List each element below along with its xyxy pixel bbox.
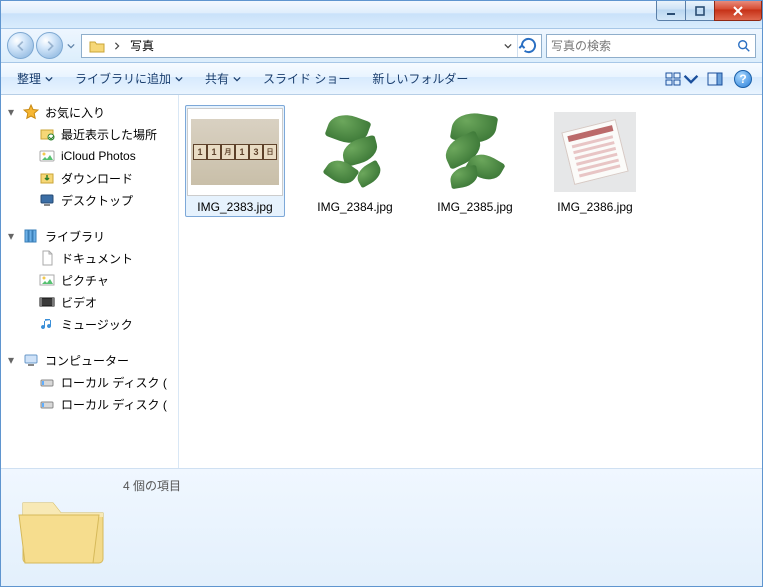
breadcrumb-location[interactable]: 写真: [124, 37, 160, 54]
sidebar-item-label: ビデオ: [61, 294, 97, 311]
file-name: IMG_2385.jpg: [428, 200, 522, 214]
chevron-down-icon: ▾: [5, 105, 17, 119]
command-bar: 整理 ライブラリに追加 共有 スライド ショー 新しいフォルダー ?: [1, 63, 762, 95]
libraries-section: ▾ ライブラリ ドキュメント ピクチャ ビデオ ミュージック: [1, 225, 178, 335]
file-thumbnail: [547, 108, 643, 196]
file-thumbnail: [427, 108, 523, 196]
minimize-button[interactable]: [656, 1, 686, 21]
sidebar-item-videos[interactable]: ビデオ: [1, 291, 178, 313]
computer-label: コンピューター: [45, 352, 129, 369]
star-icon: [23, 104, 39, 120]
file-name: IMG_2384.jpg: [308, 200, 402, 214]
library-icon: [23, 228, 39, 244]
refresh-button[interactable]: [517, 35, 539, 57]
computer-icon: [23, 352, 39, 368]
breadcrumb[interactable]: 写真: [81, 34, 542, 58]
sidebar-item-label: ダウンロード: [61, 170, 133, 187]
sidebar-item-documents[interactable]: ドキュメント: [1, 247, 178, 269]
chevron-down-icon: ▾: [5, 229, 17, 243]
window-titlebar: [1, 1, 762, 29]
preview-pane-icon: [707, 71, 723, 87]
sidebar-item-label: デスクトップ: [61, 192, 133, 209]
add-to-library-label: ライブラリに追加: [75, 70, 171, 87]
libraries-header[interactable]: ▾ ライブラリ: [1, 225, 178, 247]
path-dropdown[interactable]: [501, 35, 515, 57]
help-icon: ?: [734, 70, 752, 88]
maximize-button[interactable]: [685, 1, 715, 21]
music-icon: [39, 316, 55, 332]
address-row: 写真 写真の検索: [1, 29, 762, 63]
file-name: IMG_2386.jpg: [548, 200, 642, 214]
disk-icon: [39, 374, 55, 390]
preview-pane-button[interactable]: [702, 67, 728, 91]
search-input[interactable]: 写真の検索: [546, 34, 756, 58]
file-name: IMG_2383.jpg: [188, 200, 282, 214]
file-list[interactable]: 11月13日 IMG_2383.jpg IMG_2384.jpg: [179, 95, 762, 468]
favorites-section: ▾ お気に入り 最近表示した場所 iCloud Photos ダウンロード デ: [1, 101, 178, 211]
nav-history-dropdown[interactable]: [65, 42, 77, 50]
computer-section: ▾ コンピューター ローカル ディスク ( ローカル ディスク (: [1, 349, 178, 415]
recent-icon: [39, 126, 55, 142]
new-folder-button[interactable]: 新しいフォルダー: [362, 67, 478, 91]
search-placeholder: 写真の検索: [551, 37, 737, 54]
status-text: 4 個の項目: [123, 473, 181, 494]
file-item[interactable]: 11月13日 IMG_2383.jpg: [185, 105, 285, 217]
sidebar-item-disk[interactable]: ローカル ディスク (: [1, 393, 178, 415]
document-icon: [39, 250, 55, 266]
libraries-label: ライブラリ: [45, 228, 105, 245]
share-label: 共有: [205, 70, 229, 87]
file-thumbnail: 11月13日: [187, 108, 283, 196]
sidebar-item-icloud[interactable]: iCloud Photos: [1, 145, 178, 167]
share-menu[interactable]: 共有: [195, 67, 251, 91]
chevron-right-icon[interactable]: [110, 35, 124, 57]
close-button[interactable]: [714, 1, 762, 21]
sidebar-item-recent[interactable]: 最近表示した場所: [1, 123, 178, 145]
organize-label: 整理: [17, 70, 41, 87]
sidebar-item-desktop[interactable]: デスクトップ: [1, 189, 178, 211]
favorites-label: お気に入り: [45, 104, 105, 121]
folder-large-icon: [11, 473, 111, 573]
computer-header[interactable]: ▾ コンピューター: [1, 349, 178, 371]
pictures-icon: [39, 272, 55, 288]
sidebar-item-music[interactable]: ミュージック: [1, 313, 178, 335]
sidebar-item-label: ローカル ディスク (: [61, 374, 167, 391]
file-item[interactable]: IMG_2384.jpg: [305, 105, 405, 217]
back-button[interactable]: [7, 32, 34, 59]
chevron-down-icon: ▾: [5, 353, 17, 367]
sidebar-item-disk[interactable]: ローカル ディスク (: [1, 371, 178, 393]
sidebar-item-label: ローカル ディスク (: [61, 396, 167, 413]
nav-buttons: [7, 32, 77, 59]
icloud-icon: [39, 148, 55, 164]
sidebar-item-pictures[interactable]: ピクチャ: [1, 269, 178, 291]
video-icon: [39, 294, 55, 310]
help-button[interactable]: ?: [730, 67, 756, 91]
file-item[interactable]: IMG_2385.jpg: [425, 105, 525, 217]
search-icon: [737, 39, 751, 53]
favorites-header[interactable]: ▾ お気に入り: [1, 101, 178, 123]
desktop-icon: [39, 192, 55, 208]
sidebar-item-label: ドキュメント: [61, 250, 133, 267]
navigation-pane: ▾ お気に入り 最近表示した場所 iCloud Photos ダウンロード デ: [1, 95, 179, 468]
new-folder-label: 新しいフォルダー: [372, 70, 468, 87]
file-item[interactable]: IMG_2386.jpg: [545, 105, 645, 217]
sidebar-item-label: ミュージック: [61, 316, 133, 333]
details-pane: 4 個の項目: [1, 468, 762, 586]
add-to-library-menu[interactable]: ライブラリに追加: [65, 67, 193, 91]
slideshow-label: スライド ショー: [263, 70, 350, 87]
organize-menu[interactable]: 整理: [7, 67, 63, 91]
disk-icon: [39, 396, 55, 412]
sidebar-item-label: iCloud Photos: [61, 149, 136, 163]
download-icon: [39, 170, 55, 186]
folder-icon: [88, 37, 106, 55]
view-options-button[interactable]: [664, 67, 700, 91]
forward-button[interactable]: [36, 32, 63, 59]
sidebar-item-label: 最近表示した場所: [61, 126, 157, 143]
sidebar-item-downloads[interactable]: ダウンロード: [1, 167, 178, 189]
sidebar-item-label: ピクチャ: [61, 272, 109, 289]
slideshow-button[interactable]: スライド ショー: [253, 67, 360, 91]
file-thumbnail: [307, 108, 403, 196]
view-icon: [665, 71, 681, 87]
